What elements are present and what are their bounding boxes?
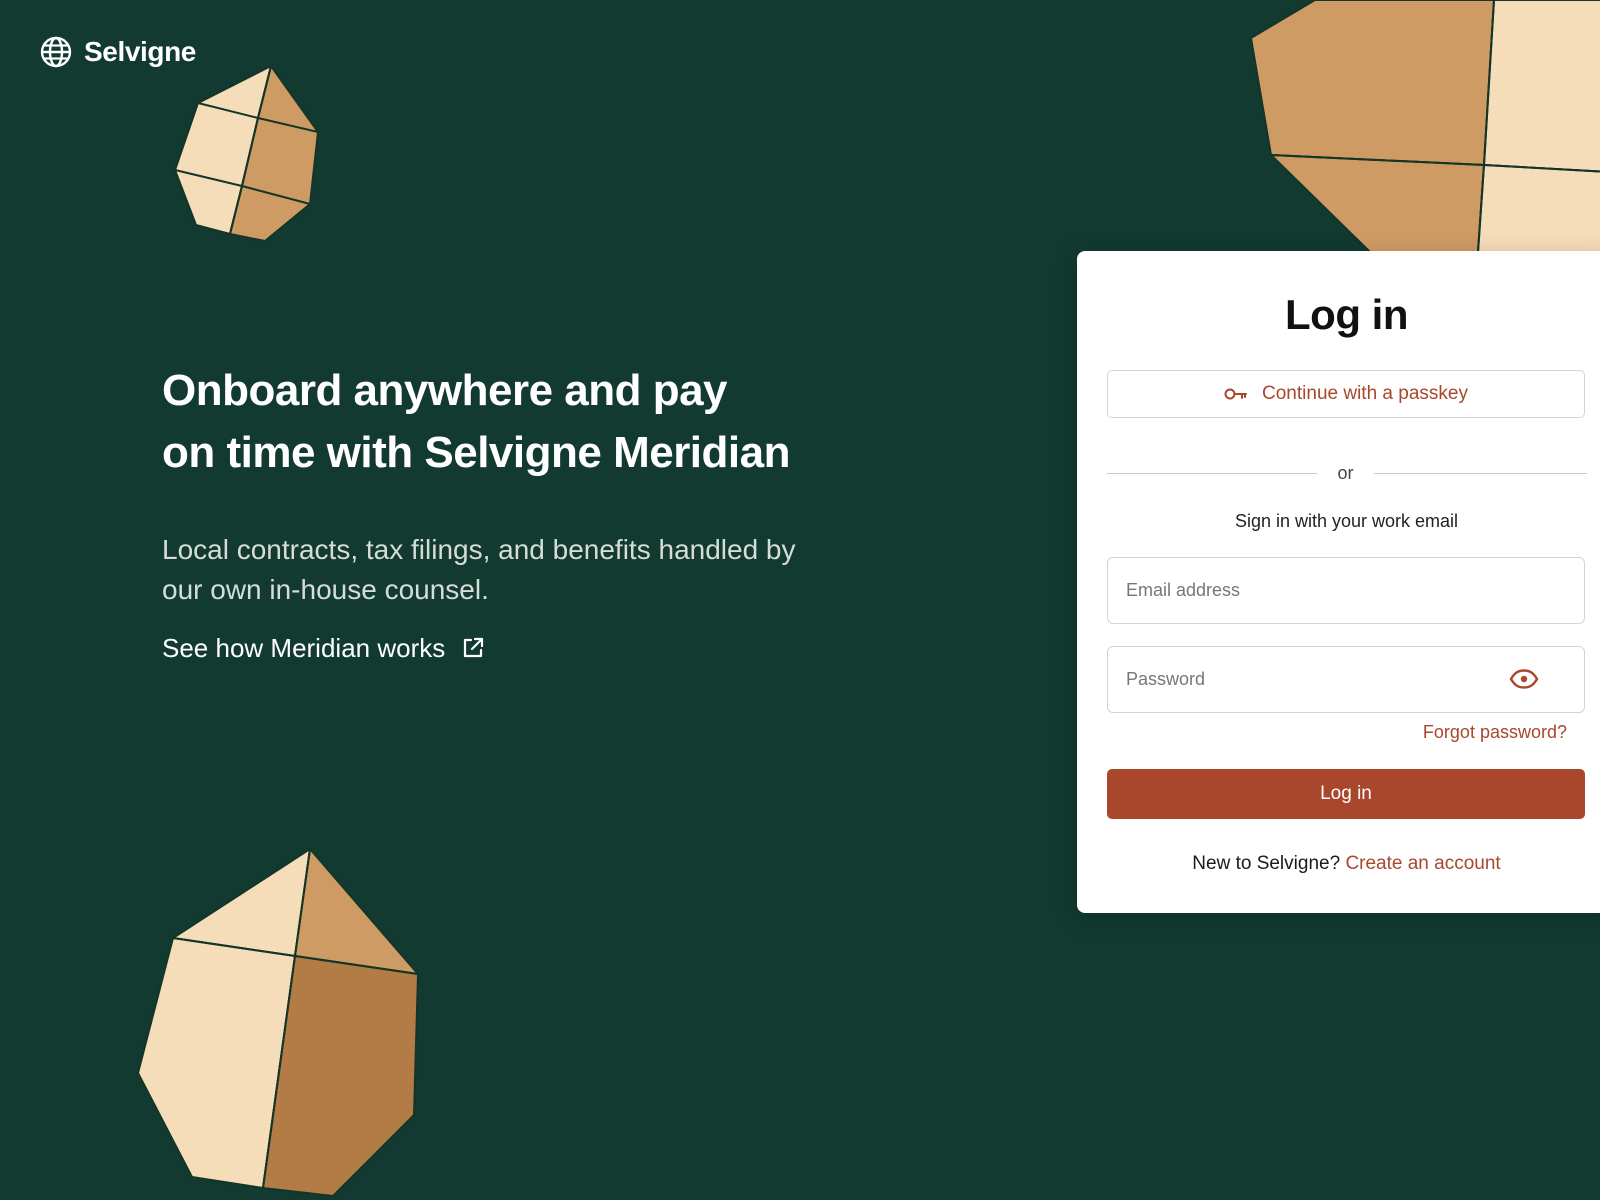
hero-title: Onboard anywhere and pay on time with Se…	[162, 360, 862, 484]
key-icon	[1224, 386, 1262, 402]
or-divider: or	[1107, 463, 1587, 483]
login-button[interactable]: Log in	[1107, 769, 1585, 819]
see-how-it-works-label: See how Meridian works	[162, 633, 446, 663]
divider-line-left	[1107, 473, 1317, 474]
hero: Onboard anywhere and pay on time with Se…	[162, 360, 862, 664]
gem-bottom-left	[137, 848, 419, 1197]
eye-icon[interactable]	[1509, 668, 1539, 690]
see-how-it-works-link[interactable]: See how Meridian works	[162, 632, 485, 664]
passkey-button-label: Continue with a passkey	[1262, 383, 1468, 404]
forgot-password-link[interactable]: Forgot password?	[1077, 720, 1567, 744]
globe-icon	[40, 36, 72, 68]
brand[interactable]: Selvigne	[40, 34, 196, 70]
divider-line-right	[1374, 473, 1587, 474]
passkey-button[interactable]: Continue with a passkey	[1107, 370, 1585, 418]
login-title: Log in	[1285, 291, 1408, 338]
create-account-link[interactable]: Create an account	[1345, 853, 1500, 874]
gem-top-left	[174, 65, 319, 242]
hero-title-line-1: Onboard anywhere and pay	[162, 366, 728, 415]
login-card: Log in Continue with a passkey or Sign i…	[1077, 251, 1600, 913]
signup-prompt-text: New to Selvigne?	[1192, 853, 1341, 874]
signup-prompt: New to Selvigne? Create an account	[1077, 851, 1600, 877]
password-field-wrapper	[1107, 646, 1585, 713]
hero-subtitle: Local contracts, tax filings, and benefi…	[162, 534, 796, 605]
hero-title-line-2: on time with Selvigne Meridian	[162, 428, 790, 477]
divider-text: or	[1337, 463, 1354, 483]
email-field[interactable]	[1107, 557, 1585, 624]
brand-name: Selvigne	[84, 36, 196, 67]
external-link-icon	[445, 636, 485, 660]
gem-top-right	[1250, 0, 1600, 253]
work-email-subhead: Sign in with your work email	[1234, 511, 1459, 531]
